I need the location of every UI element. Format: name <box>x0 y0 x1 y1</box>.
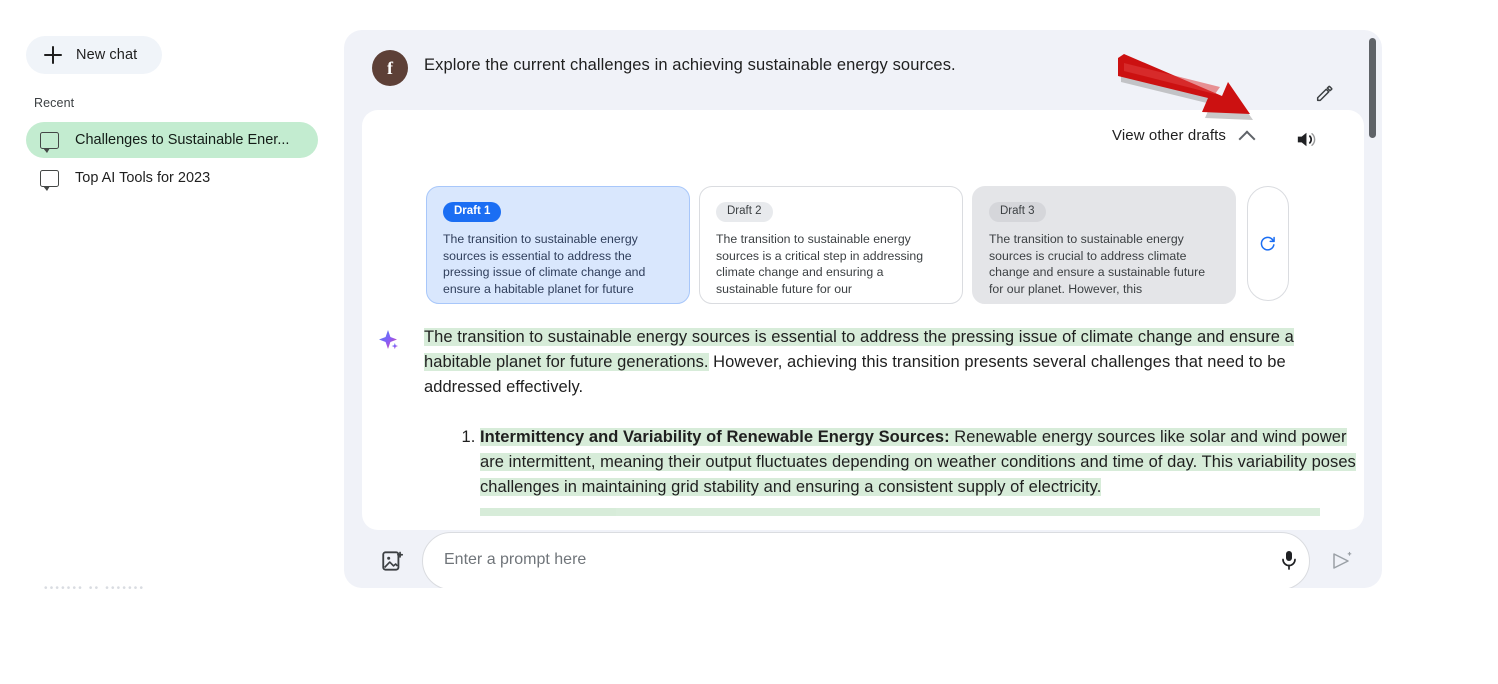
chat-bubble-icon <box>40 131 59 153</box>
chevron-up-icon <box>1238 126 1256 144</box>
conversation-panel: f Explore the current challenges in achi… <box>344 30 1382 588</box>
image-upload-icon[interactable] <box>380 548 406 574</box>
answer-intro-paragraph: The transition to sustainable energy sou… <box>424 325 1329 400</box>
drafts-row: Draft 1 The transition to sustainable en… <box>426 186 1289 304</box>
sidebar-item-challenges-to-sustainable-energy[interactable]: Challenges to Sustainable Ener... <box>26 122 318 158</box>
listen-button[interactable] <box>1288 122 1322 156</box>
send-icon <box>1333 551 1352 569</box>
draft-badge: Draft 3 <box>989 202 1046 222</box>
microphone-button[interactable] <box>1277 548 1303 574</box>
draft-body: The transition to sustainable energy sou… <box>443 231 646 297</box>
draft-badge: Draft 2 <box>716 202 773 222</box>
microphone-icon <box>1282 551 1296 570</box>
draft-body: The transition to sustainable energy sou… <box>716 231 924 297</box>
edit-prompt-button[interactable] <box>1304 72 1346 114</box>
sparkle-icon <box>376 328 406 358</box>
sidebar-footer-note: ••••••• •• ••••••• <box>44 583 146 594</box>
sidebar-item-top-ai-tools[interactable]: Top AI Tools for 2023 <box>26 160 318 196</box>
answer-card: View other drafts Draft 1 The transition… <box>362 110 1364 530</box>
refresh-icon <box>1260 236 1275 251</box>
chat-bubble-icon <box>40 169 59 191</box>
draft-card-3[interactable]: Draft 3 The transition to sustainable en… <box>972 186 1236 304</box>
prompt-row: f Explore the current challenges in achi… <box>344 30 1382 105</box>
answer-ordered-list: Intermittency and Variability of Renewab… <box>440 425 1364 500</box>
drafts-toolbar: View other drafts <box>362 110 1364 165</box>
list-item-title: Intermittency and Variability of Renewab… <box>480 428 1356 496</box>
sidebar-item-label: Top AI Tools for 2023 <box>75 170 211 186</box>
send-button[interactable] <box>1330 549 1356 575</box>
recent-section-label: Recent <box>34 96 75 110</box>
scrollbar-thumb[interactable] <box>1369 38 1376 138</box>
prompt-input-placeholder: Enter a prompt here <box>444 551 587 568</box>
plus-icon <box>44 46 62 64</box>
draft-body: The transition to sustainable energy sou… <box>989 231 1206 297</box>
draft-card-2[interactable]: Draft 2 The transition to sustainable en… <box>699 186 963 304</box>
sidebar-item-label: Challenges to Sustainable Ener... <box>75 132 290 148</box>
clipped-highlight-line-start <box>480 508 616 516</box>
sidebar: New chat Recent Challenges to Sustainabl… <box>0 0 344 684</box>
user-avatar: f <box>372 50 408 86</box>
view-other-drafts-label: View other drafts <box>1112 126 1226 144</box>
prompt-text: Explore the current challenges in achiev… <box>424 56 956 74</box>
list-item: Intermittency and Variability of Renewab… <box>480 425 1364 500</box>
draft-badge: Draft 1 <box>443 202 502 222</box>
volume-icon <box>1297 132 1315 146</box>
composer: Enter a prompt here <box>362 532 1364 588</box>
regenerate-drafts-button[interactable] <box>1247 186 1289 301</box>
draft-card-1[interactable]: Draft 1 The transition to sustainable en… <box>426 186 690 304</box>
new-chat-button[interactable]: New chat <box>26 36 162 74</box>
pencil-icon <box>1316 85 1333 102</box>
new-chat-label: New chat <box>76 47 138 63</box>
list-item-title-text: Intermittency and Variability of Renewab… <box>480 428 950 446</box>
view-other-drafts-button[interactable]: View other drafts <box>1112 126 1256 144</box>
